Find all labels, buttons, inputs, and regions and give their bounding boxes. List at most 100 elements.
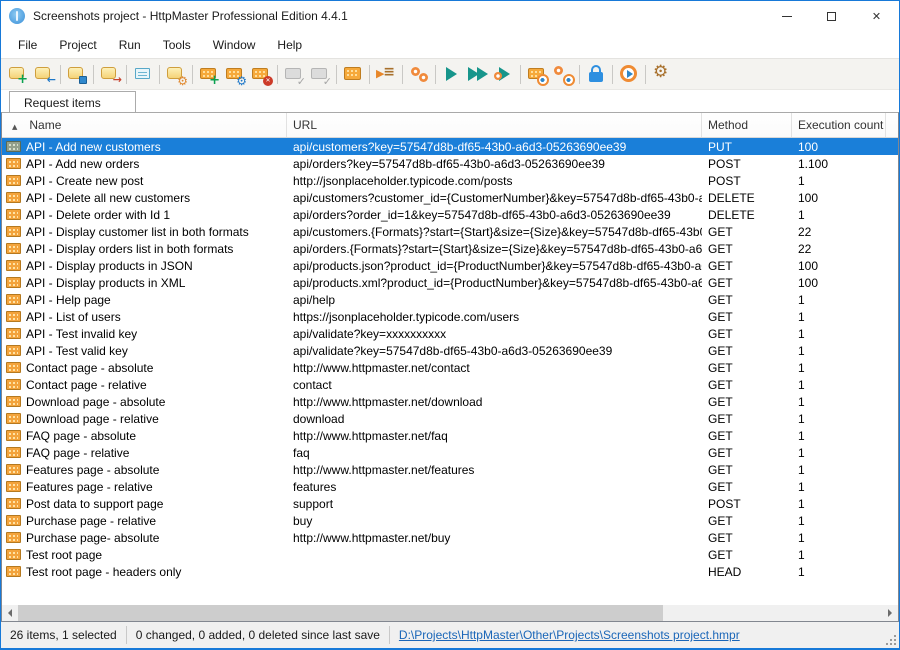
menu-project[interactable]: Project xyxy=(48,34,107,56)
column-header-name[interactable]: Name xyxy=(2,113,287,137)
play-dot-button[interactable] xyxy=(491,61,517,87)
lock-button[interactable] xyxy=(583,61,609,87)
close-item-button[interactable] xyxy=(97,61,123,87)
gear-icon xyxy=(652,64,672,84)
table-row[interactable]: Features page - absolutehttp://www.httpm… xyxy=(2,461,898,478)
menu-help[interactable]: Help xyxy=(266,34,313,56)
table-row[interactable]: API - Help pageapi/helpGET1 xyxy=(2,291,898,308)
menu-window[interactable]: Window xyxy=(202,34,267,56)
item-count: 1 xyxy=(792,376,886,393)
run-list-button[interactable] xyxy=(373,61,399,87)
toolbar-separator xyxy=(612,65,613,84)
table-row[interactable]: Download page - absolutehttp://www.httpm… xyxy=(2,393,898,410)
request-item-icon xyxy=(6,277,21,288)
table-row[interactable]: API - Create new posthttp://jsonplacehol… xyxy=(2,172,898,189)
table-row[interactable]: API - Display orders list in both format… xyxy=(2,240,898,257)
item-verify2-button[interactable] xyxy=(307,61,333,87)
tab-request-items[interactable]: Request items xyxy=(9,91,136,112)
table-row[interactable]: Purchase page - relativebuyGET1 xyxy=(2,512,898,529)
column-header-url[interactable]: URL xyxy=(287,113,702,137)
project-gear-button[interactable] xyxy=(163,61,189,87)
status-items-count: 26 items, 1 selected xyxy=(1,628,126,642)
table-row[interactable]: Purchase page- absolutehttp://www.httpma… xyxy=(2,529,898,546)
table-row[interactable]: FAQ page - relativefaqGET1 xyxy=(2,444,898,461)
table-row[interactable]: API - Delete all new customersapi/custom… xyxy=(2,189,898,206)
request-item-icon xyxy=(6,566,21,577)
minimize-button[interactable] xyxy=(764,1,809,31)
comment-button[interactable] xyxy=(130,61,156,87)
item-name: API - Display products in XML xyxy=(26,276,185,290)
item-url xyxy=(287,546,702,563)
new-button[interactable] xyxy=(5,61,31,87)
table-row[interactable]: Contact page - relativecontactGET1 xyxy=(2,376,898,393)
grid-button[interactable] xyxy=(340,61,366,87)
item-verify-button[interactable] xyxy=(281,61,307,87)
gear-button[interactable] xyxy=(649,61,675,87)
table-row[interactable]: API - Display products in XMLapi/product… xyxy=(2,274,898,291)
table-row[interactable]: Post data to support pagesupportPOST1 xyxy=(2,495,898,512)
item-delete-button[interactable] xyxy=(248,61,274,87)
item-edit-button[interactable] xyxy=(222,61,248,87)
scrollbar-thumb[interactable] xyxy=(18,605,663,621)
table-row[interactable]: Contact page - absolutehttp://www.httpma… xyxy=(2,359,898,376)
toolbar-separator xyxy=(645,65,646,84)
item-name-cell: Purchase page- absolute xyxy=(2,529,287,546)
project-file-link[interactable]: D:\Projects\HttpMaster\Other\Projects\Sc… xyxy=(390,628,749,642)
status-bar: 26 items, 1 selected 0 changed, 0 added,… xyxy=(1,622,899,648)
item-add-button[interactable] xyxy=(196,61,222,87)
item-name: API - Add new customers xyxy=(26,140,161,154)
item-name: Contact page - absolute xyxy=(26,361,153,375)
table-row[interactable]: API - List of usershttps://jsonplacehold… xyxy=(2,308,898,325)
table-row[interactable]: API - Display products in JSONapi/produc… xyxy=(2,257,898,274)
scroll-right-arrow-icon[interactable] xyxy=(882,605,898,621)
table-row[interactable]: Features page - relativefeaturesGET1 xyxy=(2,478,898,495)
dots-button[interactable] xyxy=(406,61,432,87)
request-item-icon xyxy=(6,379,21,390)
maximize-button[interactable] xyxy=(809,1,854,31)
item-name-cell: API - Display customer list in both form… xyxy=(2,223,287,240)
item-method: GET xyxy=(702,427,792,444)
table-row[interactable]: Test root pageGET1 xyxy=(2,546,898,563)
toolbar-separator xyxy=(93,65,94,84)
menu-run[interactable]: Run xyxy=(108,34,152,56)
table-row[interactable]: API - Delete order with Id 1api/orders?o… xyxy=(2,206,898,223)
play-all-button[interactable] xyxy=(465,61,491,87)
clock-grid-icon xyxy=(527,64,547,84)
item-url: http://jsonplaceholder.typicode.com/post… xyxy=(287,172,702,189)
item-name-cell: Download page - absolute xyxy=(2,393,287,410)
item-name: Purchase page- absolute xyxy=(26,531,159,545)
request-item-icon xyxy=(6,362,21,373)
play-circle-button[interactable] xyxy=(616,61,642,87)
table-row[interactable]: Download page - relativedownloadGET1 xyxy=(2,410,898,427)
play-button[interactable] xyxy=(439,61,465,87)
clock-dots-button[interactable] xyxy=(550,61,576,87)
menu-tools[interactable]: Tools xyxy=(152,34,202,56)
table-row[interactable]: API - Display customer list in both form… xyxy=(2,223,898,240)
table-row[interactable]: Test root page - headers onlyHEAD1 xyxy=(2,563,898,580)
request-item-icon xyxy=(6,260,21,271)
item-count: 1 xyxy=(792,529,886,546)
table-row[interactable]: API - Test valid keyapi/validate?key=575… xyxy=(2,342,898,359)
maximize-icon xyxy=(827,12,836,21)
table-row[interactable]: FAQ page - absolutehttp://www.httpmaster… xyxy=(2,427,898,444)
item-name: API - Display products in JSON xyxy=(26,259,193,273)
item-count: 1 xyxy=(792,308,886,325)
close-button[interactable] xyxy=(854,1,899,31)
open-button[interactable] xyxy=(31,61,57,87)
column-header-execution-count[interactable]: Execution count xyxy=(792,113,886,137)
table-row[interactable]: API - Add new ordersapi/orders?key=57547… xyxy=(2,155,898,172)
column-header-method[interactable]: Method xyxy=(702,113,792,137)
table-row[interactable]: API - Test invalid keyapi/validate?key=x… xyxy=(2,325,898,342)
menu-file[interactable]: File xyxy=(7,34,48,56)
horizontal-scrollbar[interactable] xyxy=(2,605,898,621)
item-count: 1 xyxy=(792,563,886,580)
item-count: 1 xyxy=(792,478,886,495)
resize-grip[interactable] xyxy=(884,633,896,645)
save-button[interactable] xyxy=(64,61,90,87)
request-item-icon xyxy=(6,498,21,509)
table-row[interactable]: API - Add new customersapi/customers?key… xyxy=(2,138,898,155)
column-header-name-label: Name xyxy=(29,118,61,132)
scroll-left-arrow-icon[interactable] xyxy=(2,605,18,621)
clock-grid-button[interactable] xyxy=(524,61,550,87)
item-count: 1 xyxy=(792,410,886,427)
